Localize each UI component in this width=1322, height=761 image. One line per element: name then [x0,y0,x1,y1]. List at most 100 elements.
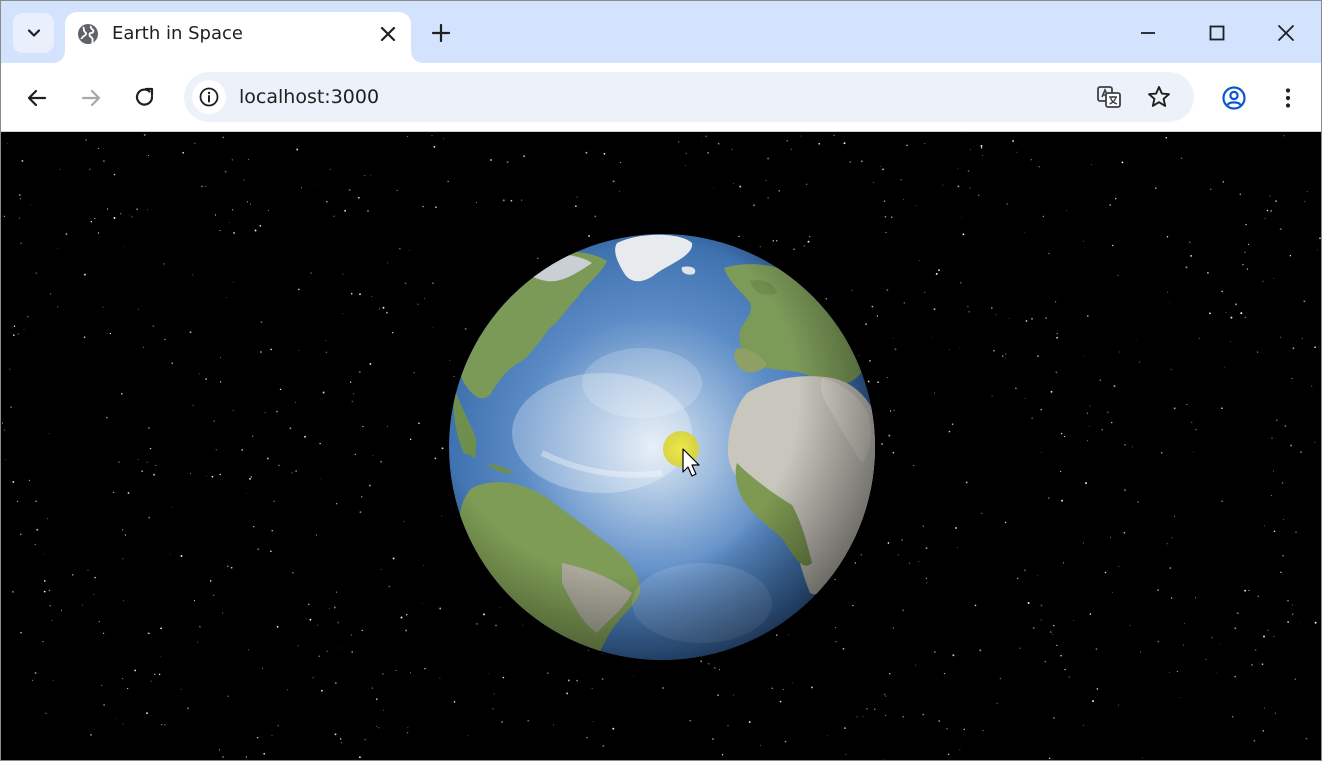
star [1055,301,1057,303]
star [979,649,982,652]
star [1050,390,1053,393]
arrow-right-icon[interactable] [78,85,104,111]
star [129,214,131,216]
star [136,208,138,211]
star [342,313,344,315]
star [225,296,227,298]
close-window-icon[interactable] [1274,21,1298,45]
star [251,435,254,438]
maximize-icon[interactable] [1205,21,1229,45]
star [1295,531,1297,533]
star [887,542,890,544]
star [131,216,133,218]
star [1269,195,1271,197]
more-vertical-icon[interactable] [1275,85,1301,111]
address-bar[interactable]: localhost:3000 [184,72,1194,122]
profile-icon[interactable] [1221,85,1247,111]
star [955,527,958,529]
star [245,756,248,758]
minimize-icon[interactable] [1136,21,1160,45]
star [113,491,115,493]
space-scene[interactable] [2,133,1321,760]
star-icon[interactable] [1146,84,1172,110]
star [319,478,321,480]
url-text: localhost:3000 [239,86,380,108]
star [87,569,89,571]
star [1303,300,1306,303]
page-viewport[interactable] [2,133,1321,760]
star [1121,161,1124,164]
star [360,496,363,498]
star [102,160,105,163]
star [219,473,221,476]
star [1291,378,1293,379]
star [1042,215,1045,218]
star [5,459,7,460]
star [1051,633,1053,635]
star [685,164,686,166]
star [1124,444,1126,446]
close-icon[interactable] [377,23,399,45]
star [1118,704,1120,706]
star [256,736,259,739]
star [974,604,977,607]
tab-active[interactable]: Earth in Space [65,12,411,63]
reload-icon[interactable] [132,85,158,111]
star [1224,366,1226,368]
star [137,459,139,461]
star [1257,351,1259,353]
star [350,292,353,295]
star [1083,542,1085,544]
star [903,199,905,200]
star [1101,429,1103,431]
star [1292,347,1295,350]
star [309,618,312,621]
star [52,680,54,681]
star [869,360,871,362]
star [247,649,249,651]
star [475,622,478,625]
star [1245,223,1247,226]
star [483,613,485,616]
site-info-button[interactable] [192,80,226,114]
star [934,651,936,653]
star [233,231,236,234]
star [220,357,221,358]
star [968,311,970,313]
star [224,170,227,173]
star [386,425,388,427]
star [264,412,266,413]
star [267,209,269,211]
arrow-left-icon[interactable] [24,85,50,111]
star [959,347,961,349]
star [423,564,425,566]
star [834,579,836,581]
star [1118,566,1120,567]
star [966,133,968,134]
star [924,291,926,293]
star [320,689,323,692]
star [1275,419,1278,422]
star [147,209,148,211]
star [1190,254,1193,257]
star [1231,716,1234,718]
star [297,645,299,647]
plus-icon[interactable] [430,22,452,44]
star [882,168,885,171]
translate-icon[interactable] [1096,84,1122,110]
star [1264,218,1266,220]
star [298,288,300,291]
star [122,723,124,725]
star [1274,712,1277,714]
tab-search-button[interactable] [13,13,54,53]
star [164,338,166,341]
star [1248,590,1250,592]
star [189,331,192,334]
star [995,314,997,316]
star [495,624,497,627]
star [886,289,889,291]
star [1115,198,1117,200]
star [372,455,374,457]
star [1059,470,1062,473]
star [1031,318,1033,320]
